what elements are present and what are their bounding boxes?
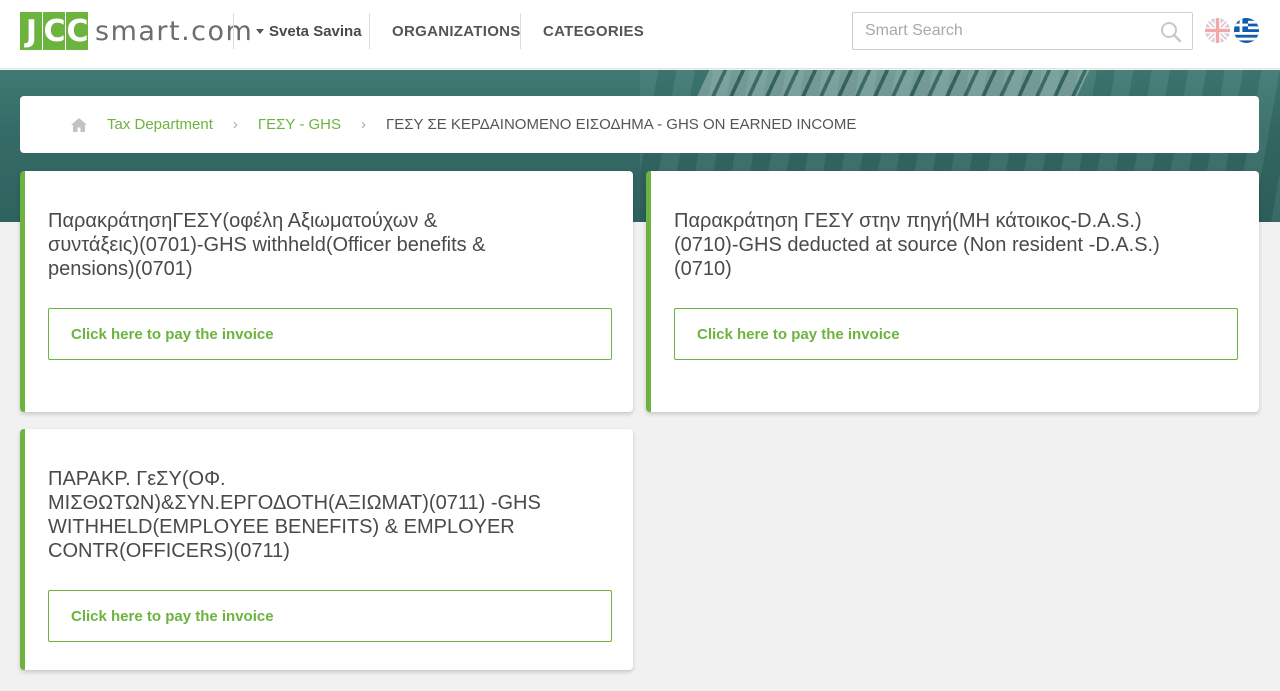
- greek-flag-icon[interactable]: [1234, 18, 1259, 43]
- uk-flag-icon[interactable]: [1205, 18, 1230, 43]
- pay-invoice-button[interactable]: Click here to pay the invoice: [48, 308, 612, 360]
- card-title-line: ΠαρακράτησηΓΕΣΥ(οφέλη Αξιωματούχων &: [48, 210, 438, 232]
- logo-letter: C: [43, 12, 66, 50]
- site-logo[interactable]: J C C smart.com: [20, 12, 253, 50]
- chevron-right-icon: ›: [232, 116, 238, 133]
- invoice-card: ΠαρακράτησηΓΕΣΥ(οφέλη Αξιωματούχων & συν…: [20, 171, 633, 412]
- breadcrumb-current: ΓΕΣΥ ΣΕ ΚΕΡΔΑΙΝΟΜΕΝΟ ΕΙΣΟΔΗΜΑ - GHS ON E…: [386, 116, 857, 133]
- top-header: J C C smart.com Sveta Savina ORGANIZATIO…: [0, 0, 1280, 69]
- breadcrumb-ghs[interactable]: ΓΕΣΥ - GHS: [258, 116, 341, 133]
- card-title: ΠαρακράτησηΓΕΣΥ(οφέλη Αξιωματούχων & συν…: [48, 209, 608, 281]
- logo-letter: J: [20, 12, 43, 50]
- header-divider: [233, 13, 234, 49]
- logo-text: smart.com: [95, 15, 254, 47]
- user-menu[interactable]: Sveta Savina: [256, 20, 362, 42]
- card-title: Παρακράτηση ΓΕΣΥ στην πηγή(ΜΗ κάτοικος-D…: [674, 209, 1234, 281]
- invoice-card: ΠΑΡΑΚΡ. ΓεΣΥ(ΟΦ. ΜΙΣΘΩΤΩΝ)&ΣΥΝ.ΕΡΓΟΔΟΤΗ(…: [20, 429, 633, 670]
- logo-mark: J C C: [20, 12, 89, 50]
- card-title: ΠΑΡΑΚΡ. ΓεΣΥ(ΟΦ. ΜΙΣΘΩΤΩΝ)&ΣΥΝ.ΕΡΓΟΔΟΤΗ(…: [48, 467, 608, 563]
- user-name: Sveta Savina: [269, 22, 362, 40]
- card-title-line: (0710)-GHS deducted at source (Non resid…: [674, 234, 1160, 256]
- breadcrumb-tax-department[interactable]: Tax Department: [107, 116, 213, 133]
- chevron-right-icon: ›: [361, 116, 366, 133]
- card-title-line: CONTR(OFFICERS)(0711): [48, 540, 290, 562]
- invoice-card: Παρακράτηση ΓΕΣΥ στην πηγή(ΜΗ κάτοικος-D…: [646, 171, 1259, 412]
- nav-organizations[interactable]: ORGANIZATIONS: [392, 20, 521, 42]
- home-icon[interactable]: [70, 117, 88, 133]
- card-title-line: Παρακράτηση ΓΕΣΥ στην πηγή(ΜΗ κάτοικος-D…: [674, 210, 1142, 232]
- card-title-line: pensions)(0701): [48, 258, 193, 280]
- header-divider: [369, 13, 370, 49]
- card-title-line: συντάξεις)(0701)-GHS withheld(Officer be…: [48, 234, 486, 256]
- smart-search: [852, 12, 1193, 50]
- search-icon[interactable]: [1160, 21, 1182, 43]
- card-title-line: WITHHELD(EMPLOYEE BENEFITS) & EMPLOYER: [48, 516, 515, 538]
- card-title-line: (0710): [674, 258, 732, 280]
- breadcrumb: Tax Department › ΓΕΣΥ - GHS › ΓΕΣΥ ΣΕ ΚΕ…: [20, 96, 1259, 153]
- caret-down-icon: [256, 28, 264, 34]
- logo-letter: C: [66, 12, 89, 50]
- card-title-line: ΜΙΣΘΩΤΩΝ)&ΣΥΝ.ΕΡΓΟΔΟΤΗ(ΑΞΙΩΜΑΤ)(0711) -G…: [48, 492, 541, 514]
- card-title-line: ΠΑΡΑΚΡ. ΓεΣΥ(ΟΦ.: [48, 468, 226, 490]
- nav-categories[interactable]: CATEGORIES: [543, 20, 644, 42]
- header-divider: [520, 13, 521, 49]
- pay-invoice-button[interactable]: Click here to pay the invoice: [674, 308, 1238, 360]
- pay-invoice-button[interactable]: Click here to pay the invoice: [48, 590, 612, 642]
- search-input[interactable]: [853, 13, 1143, 49]
